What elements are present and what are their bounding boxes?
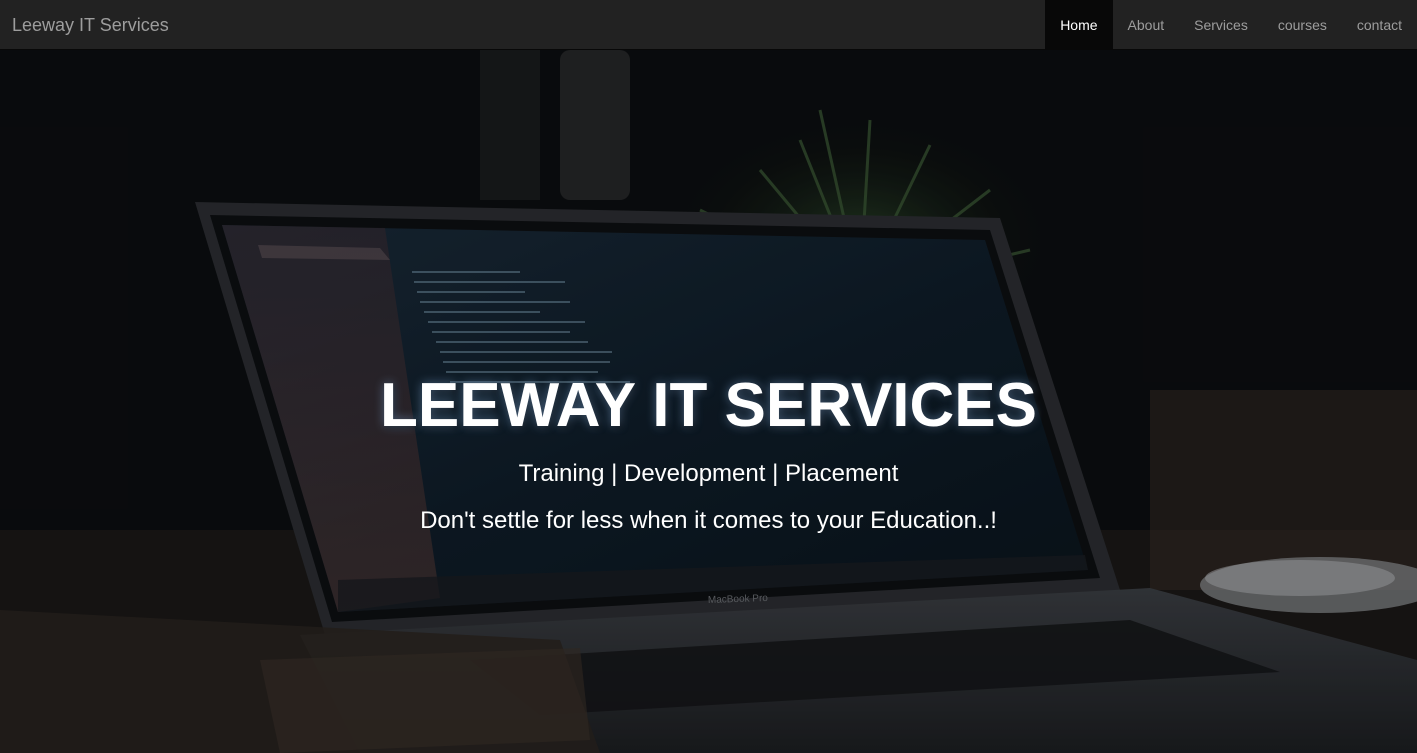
- hero-tagline: Don't settle for less when it comes to y…: [420, 507, 997, 534]
- nav-item-home[interactable]: Home: [1045, 0, 1113, 50]
- nav-item-courses[interactable]: courses: [1263, 0, 1342, 50]
- hero-subtitle: Training | Development | Placement: [518, 460, 899, 487]
- top-navbar: Leeway IT Services Home About Services c…: [0, 0, 1417, 50]
- hero-title: LEEWAY IT SERVICES: [380, 371, 1037, 440]
- hero-section: MacBook Pro LEEWAY IT SERVICES Training …: [0, 50, 1417, 753]
- nav-item-about[interactable]: About: [1113, 0, 1180, 50]
- brand-link[interactable]: Leeway IT Services: [0, 0, 169, 50]
- nav-item-contact[interactable]: contact: [1342, 0, 1417, 50]
- nav-menu: Home About Services courses contact: [1045, 0, 1417, 50]
- nav-item-services[interactable]: Services: [1179, 0, 1263, 50]
